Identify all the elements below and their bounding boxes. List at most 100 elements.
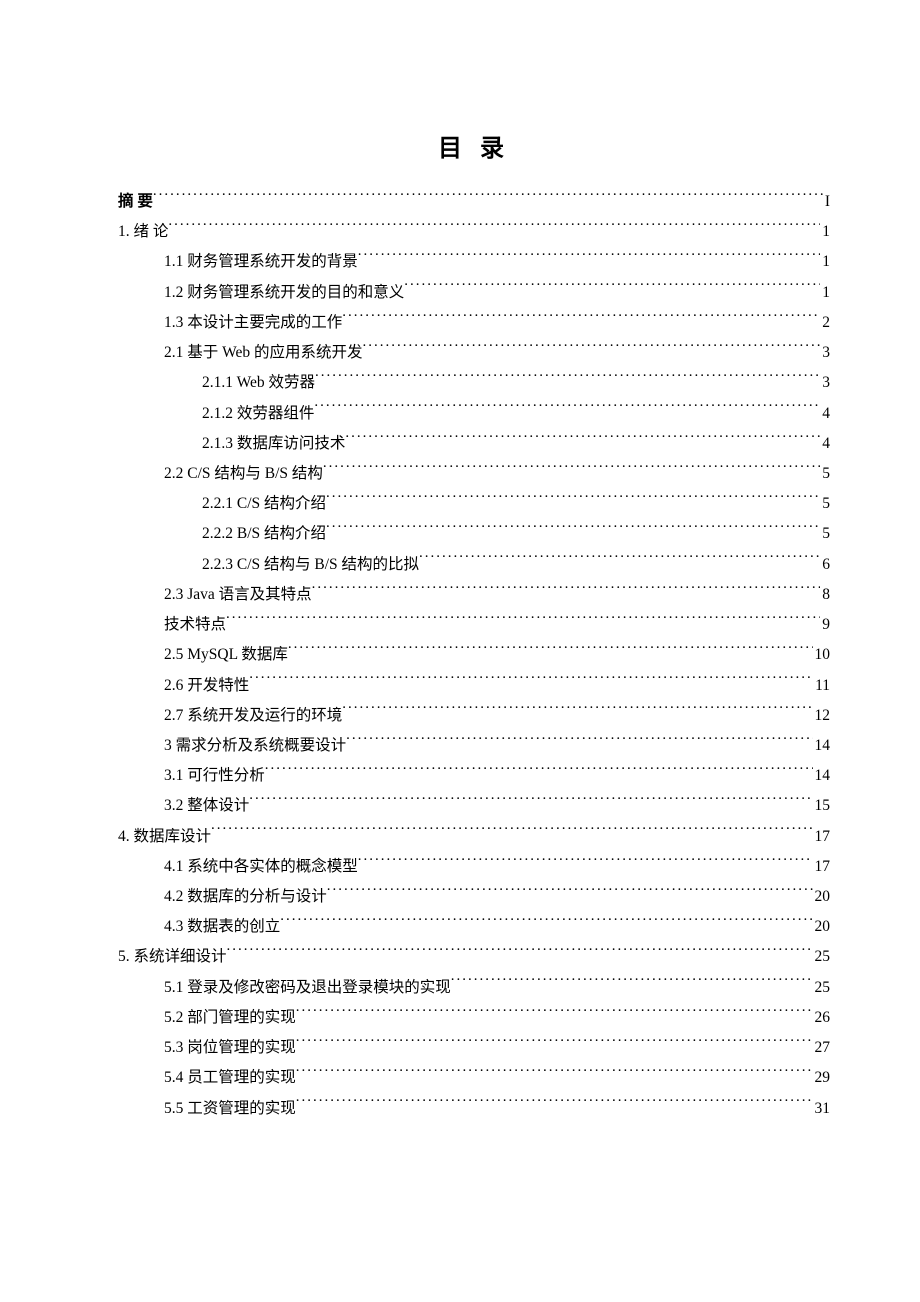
toc-label: 技术特点: [164, 610, 226, 640]
toc-entry: 5.4 员工管理的实现 29: [118, 1063, 830, 1093]
toc-label: 2.1 基于 Web 的应用系统开发: [164, 338, 363, 368]
toc-label: 2.3 Java 语言及其特点: [164, 580, 312, 610]
toc-page-number: 11: [813, 671, 830, 701]
toc-page-number: 26: [813, 1003, 831, 1033]
toc-label: 4.1 系统中各实体的概念模型: [164, 852, 358, 882]
toc-label: 5.5 工资管理的实现: [164, 1094, 296, 1124]
toc-entry: 2.5 MySQL 数据库 10: [118, 640, 830, 670]
toc-page-number: 29: [813, 1063, 831, 1093]
toc-page-number: 20: [813, 912, 831, 942]
toc-page-number: 2: [820, 308, 830, 338]
toc-label: 2.6 开发特性: [164, 671, 249, 701]
toc-page-number: 5: [820, 519, 830, 549]
toc-label: 1.3 本设计主要完成的工作: [164, 308, 342, 338]
toc-leader-dots: [227, 943, 813, 962]
toc-entry: 4.2 数据库的分析与设计 20: [118, 882, 830, 912]
toc-page-number: 20: [813, 882, 831, 912]
toc-entry: 4. 数据库设计 17: [118, 822, 830, 852]
toc-page-number: 25: [813, 942, 831, 972]
toc-leader-dots: [314, 399, 820, 418]
toc-entry: 5.1 登录及修改密码及退出登录模块的实现 25: [118, 973, 830, 1003]
toc-entry: 5.3 岗位管理的实现 27: [118, 1033, 830, 1063]
toc-entry: 2.1 基于 Web 的应用系统开发 3: [118, 338, 830, 368]
toc-label: 4. 数据库设计: [118, 822, 211, 852]
toc-label: 2.7 系统开发及运行的环境: [164, 701, 342, 731]
toc-entry: 2.3 Java 语言及其特点 8: [118, 580, 830, 610]
toc-leader-dots: [346, 731, 812, 750]
toc-leader-dots: [296, 1034, 813, 1053]
toc-leader-dots: [315, 369, 820, 388]
toc-leader-dots: [327, 882, 813, 901]
toc-entry: 1.1 财务管理系统开发的背景1: [118, 247, 830, 277]
toc-entry: 2.7 系统开发及运行的环境 12: [118, 701, 830, 731]
toc-page-number: 10: [813, 640, 831, 670]
toc-entry: 3.2 整体设计15: [118, 791, 830, 821]
toc-label: 5.3 岗位管理的实现: [164, 1033, 296, 1063]
toc-leader-dots: [342, 701, 812, 720]
toc-leader-dots: [296, 1003, 813, 1022]
toc-page-number: 31: [813, 1094, 831, 1124]
toc-page-number: I: [823, 187, 830, 217]
toc-label: 4.3 数据表的创立: [164, 912, 280, 942]
toc-page-number: 5: [820, 489, 830, 519]
toc-entry: 3 需求分析及系统概要设计14: [118, 731, 830, 761]
toc-entry: 5.2 部门管理的实现 26: [118, 1003, 830, 1033]
toc-page-number: 14: [813, 761, 831, 791]
toc-leader-dots: [342, 308, 820, 327]
toc-label: 5.2 部门管理的实现: [164, 1003, 296, 1033]
toc-entry: 3.1 可行性分析 14: [118, 761, 830, 791]
toc-leader-dots: [211, 822, 812, 841]
toc-entry: 2.2.2 B/S 结构介绍 5: [118, 519, 830, 549]
table-of-contents: 摘 要 I 1. 绪 论 11.1 财务管理系统开发的背景11.2 财务管理系统开发的…: [118, 187, 830, 1124]
toc-label: 5.1 登录及修改密码及退出登录模块的实现: [164, 973, 451, 1003]
toc-page-number: 25: [813, 973, 831, 1003]
toc-entry: 2.6 开发特性 11: [118, 671, 830, 701]
toc-leader-dots: [280, 913, 812, 932]
toc-leader-dots: [265, 762, 813, 781]
toc-label: 2.2 C/S 结构与 B/S 结构: [164, 459, 323, 489]
toc-entry: 2.2.3 C/S 结构与 B/S 结构的比拟6: [118, 550, 830, 580]
toc-page-number: 27: [813, 1033, 831, 1063]
toc-page-number: 9: [820, 610, 830, 640]
toc-entry: 1.2 财务管理系统开发的目的和意义1: [118, 278, 830, 308]
toc-entry: 5. 系统详细设计25: [118, 942, 830, 972]
toc-leader-dots: [296, 1094, 813, 1113]
toc-leader-dots: [249, 792, 812, 811]
toc-leader-dots: [358, 852, 813, 871]
toc-entry: 1.3 本设计主要完成的工作 2: [118, 308, 830, 338]
toc-label: 3 需求分析及系统概要设计: [164, 731, 346, 761]
toc-label: 2.5 MySQL 数据库: [164, 640, 288, 670]
toc-label: 2.1.2 效劳器组件: [202, 399, 314, 429]
toc-label: 4.2 数据库的分析与设计: [164, 882, 327, 912]
toc-page-number: 8: [820, 580, 830, 610]
toc-entry: 摘 要I: [118, 187, 830, 217]
toc-label: 3.1 可行性分析: [164, 761, 265, 791]
toc-entry: 4.3 数据表的创立 20: [118, 912, 830, 942]
toc-label: 3.2 整体设计: [164, 791, 249, 821]
toc-label: 5.4 员工管理的实现: [164, 1063, 296, 1093]
toc-entry: 4.1 系统中各实体的概念模型17: [118, 852, 830, 882]
toc-leader-dots: [358, 248, 820, 267]
toc-leader-dots: [226, 610, 820, 629]
toc-label: 1. 绪 论: [118, 217, 168, 247]
toc-leader-dots: [168, 218, 820, 237]
document-page: 目 录 摘 要I1. 绪 论11.1 财务管理系统开发的背景11.2 财务管理系…: [0, 0, 920, 1124]
toc-leader-dots: [326, 520, 820, 539]
toc-leader-dots: [323, 459, 820, 478]
toc-page-number: 4: [820, 429, 830, 459]
toc-leader-dots: [419, 550, 820, 569]
toc-page-number: 3: [820, 338, 830, 368]
toc-page-number: 17: [813, 822, 831, 852]
toc-leader-dots: [312, 580, 821, 599]
toc-entry: 技术特点 9: [118, 610, 830, 640]
toc-entry: 2.1.1 Web 效劳器3: [118, 368, 830, 398]
toc-page-number: 1: [820, 217, 830, 247]
toc-label: 摘 要: [118, 187, 153, 217]
toc-leader-dots: [363, 339, 821, 358]
toc-page-number: 12: [813, 701, 831, 731]
toc-leader-dots: [249, 671, 813, 690]
toc-leader-dots: [326, 490, 820, 509]
toc-page-number: 3: [820, 368, 830, 398]
toc-label: 2.2.3 C/S 结构与 B/S 结构的比拟: [202, 550, 419, 580]
toc-label: 2.2.2 B/S 结构介绍: [202, 519, 326, 549]
